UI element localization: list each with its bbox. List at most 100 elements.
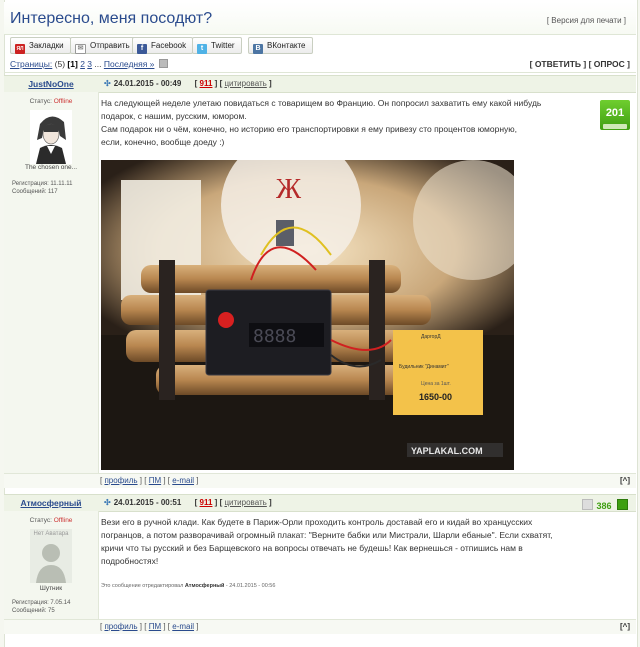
avatar[interactable] xyxy=(30,529,72,583)
post-footer-links: [ профиль ] [ ПМ ] [ e-mail ] xyxy=(100,476,199,485)
user-title: The chosen one... xyxy=(24,164,78,171)
page-link-3[interactable]: 3 xyxy=(87,59,92,69)
post-line: кричи что ты русский и без Барщевского н… xyxy=(101,543,523,553)
post-line: подробностях! xyxy=(101,556,159,566)
pager-settings-icon[interactable] xyxy=(158,59,168,68)
post-number-link[interactable]: 911 xyxy=(200,498,213,507)
print-version-link[interactable]: [ Версия для печати ] xyxy=(547,16,626,25)
score-value: 386 xyxy=(596,501,612,511)
post-meta: ✣ 24.01.2015 - 00:49 [ 911 ] [ цитировать… xyxy=(104,79,272,88)
post-sidebar: Статус: Offline The chosen one... Регист… xyxy=(4,92,99,473)
post-number-link[interactable]: 911 xyxy=(200,79,213,88)
message-count: Сообщений: 75 xyxy=(12,608,55,614)
share-vk-button[interactable]: В ВКонтакте xyxy=(248,37,313,54)
post-line: если, конечно, вообще доеду :) xyxy=(101,137,225,147)
status-label: Статус: xyxy=(29,517,52,524)
status-value: Offline xyxy=(53,517,73,524)
post-footer: [ профиль ] [ ПМ ] [ e-mail ] [^] xyxy=(4,473,636,488)
pages-ellipsis: ... xyxy=(94,59,102,69)
scroll-top-button[interactable]: [^] xyxy=(620,476,630,485)
registration-date: Регистрация: 11.11.11 xyxy=(12,181,73,187)
status-value: Offline xyxy=(53,98,73,105)
post-text: На следующей неделе улетаю повидаться с … xyxy=(101,97,591,149)
post-line: На следующей неделе улетаю повидаться с … xyxy=(101,98,542,108)
pager-bar: Страницы: (5) [1] 2 3 ... Последняя » [ … xyxy=(4,56,636,73)
share-bookmarks-button[interactable]: ЯЛ Закладки xyxy=(10,37,71,54)
post-header: JustNoOne ✣ 24.01.2015 - 00:49 [ 911 ] [ … xyxy=(4,75,636,93)
last-page-link[interactable]: Последняя » xyxy=(104,59,155,69)
post-author-link[interactable]: JustNoOne xyxy=(4,79,98,89)
svg-text:8888: 8888 xyxy=(253,326,296,347)
share-twitter-label: Twitter xyxy=(211,41,235,50)
page-link-2[interactable]: 2 xyxy=(80,59,85,69)
profile-link[interactable]: профиль xyxy=(104,476,137,485)
post-score: 386 xyxy=(582,499,628,511)
registration-date: Регистрация: 7.05.14 xyxy=(12,600,71,606)
bookmark-icon: ЯЛ xyxy=(15,44,25,54)
share-vk-label: ВКонтакте xyxy=(267,41,306,50)
post-footer-links: [ профиль ] [ ПМ ] [ e-mail ] xyxy=(100,622,199,631)
topic-actions[interactable]: [ ОТВЕТИТЬ ] [ ОПРОС ] xyxy=(530,59,630,69)
post-meta: ✣ 24.01.2015 - 00:51 [ 911 ] [ цитировать… xyxy=(104,498,272,507)
post-link-icon[interactable]: ✣ xyxy=(104,498,111,507)
pages-count: (5) xyxy=(54,59,66,69)
share-send-button[interactable]: ✉ Отправить xyxy=(70,37,137,54)
post-line: подарок, с нашим, русским, юмором. xyxy=(101,111,247,121)
store-sign: Ж xyxy=(276,174,302,205)
price-tag-name: Будильник "Динамит" xyxy=(399,364,449,370)
share-bar: ЯЛ Закладки ✉ Отправить f Facebook t Twitter… xyxy=(4,36,636,56)
post-line: Сам подарок ни о чём, конечно, но истори… xyxy=(101,124,517,134)
topic-header: Интересно, меня посодют? [ Версия для пе… xyxy=(4,2,636,35)
post-footer: [ профиль ] [ ПМ ] [ e-mail ] [^] xyxy=(4,619,636,634)
pages-label[interactable]: Страницы: xyxy=(10,59,52,69)
rating-badge[interactable]: 201 xyxy=(600,100,630,130)
pm-link[interactable]: ПМ xyxy=(149,622,161,631)
edited-prefix: Это сообщение отредактировал xyxy=(101,583,184,589)
post-date: 24.01.2015 - 00:49 xyxy=(113,79,182,88)
avatar[interactable] xyxy=(30,110,72,164)
edited-date: - 24.01.2015 - 00:56 xyxy=(225,583,276,589)
price-label: Цена за 1шт. xyxy=(421,381,451,387)
topic-title: Интересно, меня посодют? xyxy=(10,10,213,27)
share-send-label: Отправить xyxy=(90,41,130,50)
mail-icon: ✉ xyxy=(75,44,86,54)
post-line: Вези его в ручной клади. Как будете в Па… xyxy=(101,517,533,527)
rating-vote-bar[interactable] xyxy=(603,124,627,129)
post-author-link[interactable]: Атмосферный xyxy=(4,498,98,508)
post-line: погранцов, а потом разворачивай огромный… xyxy=(101,530,553,540)
share-facebook-button[interactable]: f Facebook xyxy=(132,37,194,54)
quote-link[interactable]: цитировать xyxy=(224,79,266,88)
no-avatar-label: Нет Аватара xyxy=(33,531,69,537)
vk-icon: В xyxy=(253,44,263,54)
price-tag-title: ДаргорД xyxy=(421,334,441,340)
rating-value: 201 xyxy=(605,107,625,119)
post-link-icon[interactable]: ✣ xyxy=(104,79,111,88)
scroll-top-button[interactable]: [^] xyxy=(620,622,630,631)
photo-watermark: YAPLAKAL.COM xyxy=(411,446,483,456)
user-status: Статус: Offline xyxy=(4,517,98,524)
vote-down-icon[interactable] xyxy=(582,499,594,510)
share-bookmarks-label: Закладки xyxy=(29,41,64,50)
email-link[interactable]: e-mail xyxy=(172,476,194,485)
post-sidebar: Статус: Offline Нет Аватара Шутник Регис… xyxy=(4,511,99,619)
user-info: Регистрация: 11.11.11 Сообщений: 117 xyxy=(12,180,72,196)
price-value: 1650-00 xyxy=(419,392,452,402)
email-link[interactable]: e-mail xyxy=(172,622,194,631)
user-status: Статус: Offline xyxy=(4,98,98,105)
pm-link[interactable]: ПМ xyxy=(149,476,161,485)
status-label: Статус: xyxy=(29,98,52,105)
pagination: Страницы: (5) [1] 2 3 ... Последняя » xyxy=(10,59,168,69)
facebook-icon: f xyxy=(137,44,147,54)
edited-note: Это сообщение отредактировал Атмосферный… xyxy=(101,583,275,589)
post-photo[interactable]: Ж 8888 ДаргорД Будильник "Динамит" Цена … xyxy=(101,160,514,470)
print-version-label[interactable]: [ Версия для печати ] xyxy=(547,16,626,25)
edited-by: Атмосферный xyxy=(184,583,225,589)
quote-link[interactable]: цитировать xyxy=(224,498,266,507)
share-twitter-button[interactable]: t Twitter xyxy=(192,37,242,54)
current-page: [1] xyxy=(67,59,78,69)
post-header: Атмосферный ✣ 24.01.2015 - 00:51 [ 911 ] … xyxy=(4,494,636,512)
profile-link[interactable]: профиль xyxy=(104,622,137,631)
twitter-icon: t xyxy=(197,44,207,54)
vote-up-icon[interactable] xyxy=(617,499,628,510)
user-info: Регистрация: 7.05.14 Сообщений: 75 xyxy=(12,599,70,615)
